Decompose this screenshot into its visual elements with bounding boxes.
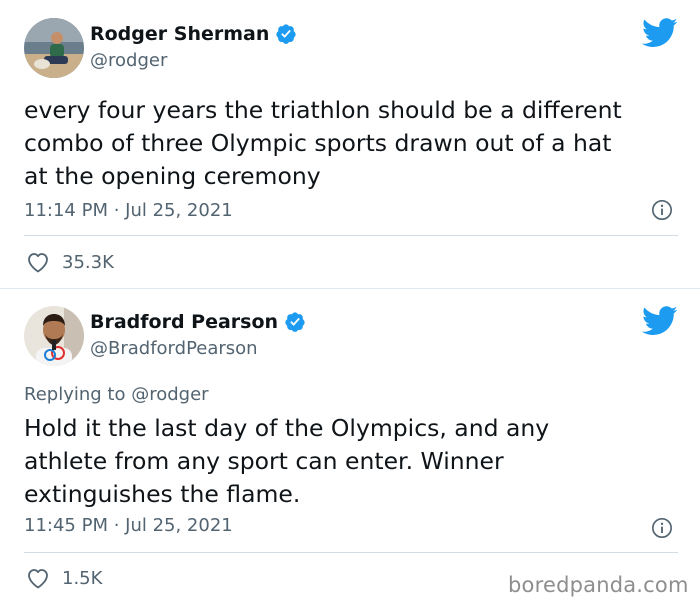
heart-icon: [28, 569, 48, 589]
watermark: boredpanda.com: [508, 573, 689, 597]
tweet-text-line: athlete from any sport can enter. Winner: [24, 447, 504, 475]
tweet-text-line: at the opening ceremony: [24, 162, 321, 190]
tweet-text-line: Hold it the last day of the Olympics, an…: [24, 414, 550, 442]
display-name-text[interactable]: Rodger Sherman: [90, 23, 269, 45]
replying-to: Replying to @rodger: [24, 384, 209, 405]
replying-to-label: Replying to: [24, 384, 132, 405]
handle[interactable]: @BradfordPearson: [90, 338, 258, 359]
info-icon[interactable]: [651, 199, 673, 221]
twitter-bird-icon[interactable]: [642, 306, 678, 336]
like-count: 35.3K: [62, 251, 114, 273]
tweet-text: Hold it the last day of the Olympics, an…: [24, 412, 684, 511]
twitter-bird-icon[interactable]: [642, 18, 678, 48]
tweet-card: Rodger Sherman @rodger every four years …: [0, 0, 700, 288]
tweet-card: Bradford Pearson @BradfordPearson Replyi…: [0, 288, 700, 607]
avatar-image: [24, 306, 84, 366]
info-icon[interactable]: [651, 517, 673, 539]
tweet-timestamp[interactable]: 11:14 PM · Jul 25, 2021: [24, 200, 233, 221]
display-name-text[interactable]: Bradford Pearson: [90, 311, 278, 333]
tweet-text-line: every four years the triathlon should be…: [24, 96, 622, 124]
verified-badge-icon: [285, 312, 305, 332]
divider: [24, 552, 678, 553]
like-count: 1.5K: [62, 567, 103, 589]
tweet-text-line: combo of three Olympic sports drawn out …: [24, 129, 612, 157]
avatar[interactable]: [24, 18, 84, 78]
display-name[interactable]: Rodger Sherman: [90, 23, 297, 45]
divider: [24, 235, 678, 236]
handle[interactable]: @rodger: [90, 50, 167, 71]
display-name[interactable]: Bradford Pearson: [90, 311, 306, 333]
like-button[interactable]: 35.3K: [26, 251, 114, 273]
like-button[interactable]: 1.5K: [26, 567, 102, 589]
reply-mention-link[interactable]: @rodger: [131, 384, 208, 405]
heart-icon: [28, 253, 48, 273]
verified-badge-icon: [276, 24, 296, 44]
tweet-text-line: extinguishes the flame.: [24, 480, 301, 508]
tweet-text: every four years the triathlon should be…: [24, 94, 684, 193]
avatar[interactable]: [24, 306, 84, 366]
avatar-image: [24, 18, 84, 78]
tweet-timestamp[interactable]: 11:45 PM · Jul 25, 2021: [24, 515, 233, 536]
